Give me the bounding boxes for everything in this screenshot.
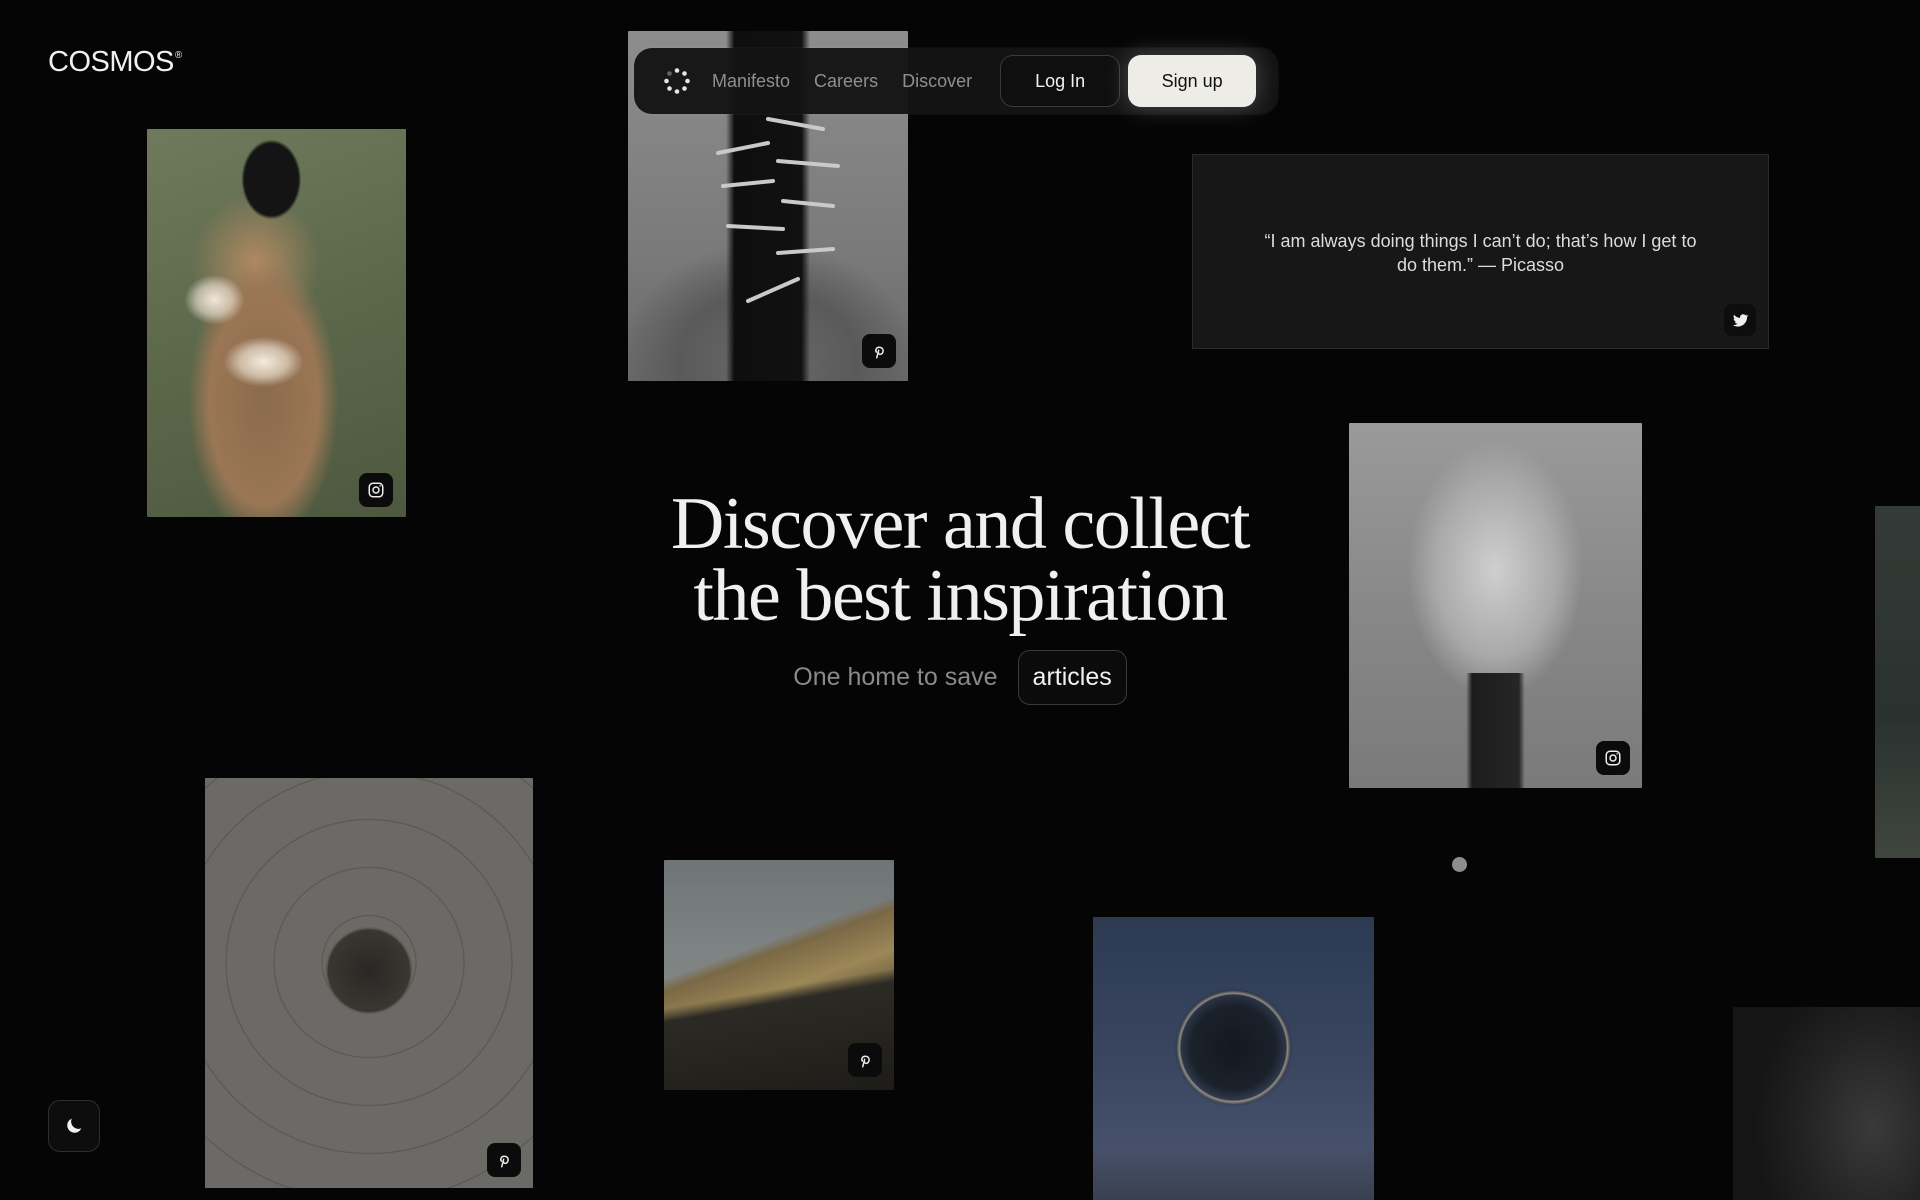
inspiration-card-edge-bottom-right[interactable]: [1733, 1007, 1920, 1200]
pinterest-icon[interactable]: [862, 334, 896, 368]
quote-card[interactable]: “I am always doing things I can’t do; th…: [1192, 154, 1769, 349]
theme-toggle-button[interactable]: [48, 1100, 100, 1152]
hero-title-line-2: the best inspiration: [693, 555, 1228, 637]
nav-link-manifesto[interactable]: Manifesto: [712, 71, 790, 92]
pinterest-icon[interactable]: [848, 1043, 882, 1077]
login-button[interactable]: Log In: [1000, 55, 1121, 107]
hero-title-line-1: Discover and collect: [670, 483, 1251, 565]
cosmos-dots-icon[interactable]: [664, 68, 690, 94]
cosmos-logo[interactable]: COSMOS®: [48, 46, 182, 79]
inspiration-card-1[interactable]: [147, 129, 406, 517]
nav-link-careers[interactable]: Careers: [814, 71, 878, 92]
inspiration-card-4[interactable]: [205, 778, 533, 1188]
rotating-word-chip: articles: [1017, 650, 1127, 705]
pinterest-icon[interactable]: [487, 1143, 521, 1177]
hero-subtitle: One home to save articles: [560, 650, 1360, 705]
cursor-dot: [1452, 857, 1467, 872]
main-nav: Manifesto Careers Discover Log In Sign u…: [634, 48, 1278, 114]
quote-text: “I am always doing things I can’t do; th…: [1264, 231, 1697, 275]
instagram-icon[interactable]: [1596, 741, 1630, 775]
inspiration-card-5[interactable]: [664, 860, 894, 1090]
hero-subtitle-text: One home to save: [793, 663, 998, 691]
logo-text: COSMOS: [48, 46, 174, 78]
signup-button[interactable]: Sign up: [1128, 55, 1257, 107]
inspiration-card-3[interactable]: [1349, 423, 1642, 788]
registered-mark: ®: [174, 50, 182, 61]
twitter-icon[interactable]: [1724, 304, 1756, 336]
nav-link-discover[interactable]: Discover: [902, 71, 972, 92]
hero-title: Discover and collect the best inspiratio…: [560, 483, 1360, 637]
moon-icon: [67, 1118, 82, 1133]
instagram-icon[interactable]: [359, 473, 393, 507]
inspiration-card-6[interactable]: [1093, 917, 1374, 1200]
inspiration-card-edge-right[interactable]: [1875, 506, 1920, 858]
